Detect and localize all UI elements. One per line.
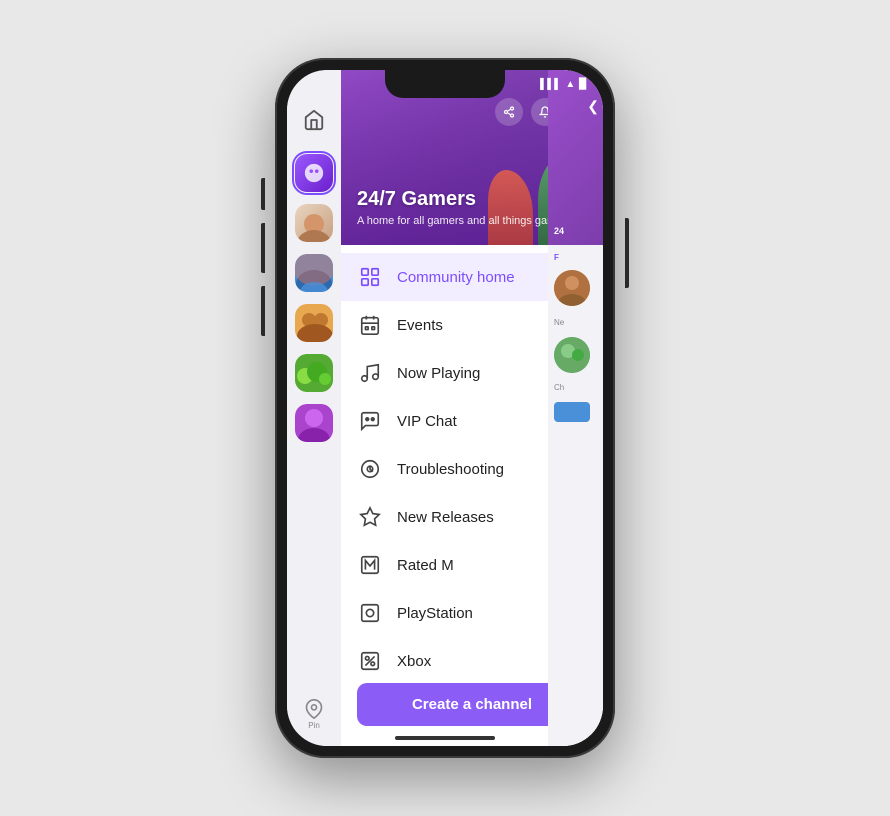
battery-icon: ▉: [579, 79, 587, 90]
screen-content: Pin ❮ 24 F: [287, 70, 603, 746]
sidebar-pin[interactable]: Pin: [304, 699, 324, 730]
share-button[interactable]: [495, 98, 523, 126]
sidebar: Pin: [287, 70, 341, 746]
sidebar-avatar-active[interactable]: [295, 154, 333, 192]
vip-chat-icon: [357, 408, 383, 434]
xbox-label: Xbox: [397, 653, 431, 670]
community-home-icon: [357, 264, 383, 290]
signal-icon: ▌▌▌: [540, 79, 561, 90]
sidebar-avatar-2[interactable]: [295, 254, 333, 292]
troubleshooting-label: Troubleshooting: [397, 461, 504, 478]
xbox-icon: [357, 648, 383, 673]
volume-up-button: [261, 178, 265, 210]
sidebar-avatar-4[interactable]: [295, 354, 333, 392]
power-button: [625, 218, 629, 288]
right-peek-panel: ❮ 24 F: [548, 70, 603, 746]
community-name: 24/7 Gamers: [357, 188, 574, 211]
banner-title: 24/7 Gamers A home for all gamers and al…: [357, 188, 574, 229]
chevron-icon: ❮: [587, 98, 599, 115]
playstation-label: PlayStation: [397, 605, 473, 622]
sidebar-avatar-1[interactable]: [295, 204, 333, 242]
events-label: Events: [397, 317, 443, 334]
right-peek-content: F Ne: [548, 245, 603, 430]
rated-m-icon: [357, 552, 383, 578]
community-home-label: Community home: [397, 269, 515, 286]
main-content: ❮ 24 F: [341, 70, 603, 746]
playstation-icon: [357, 600, 383, 626]
community-description: A home for all gamers and all things gam…: [357, 214, 574, 229]
wifi-icon: ▲: [565, 79, 575, 90]
new-releases-icon: [357, 504, 383, 530]
notch: [385, 70, 505, 98]
phone-frame: ▌▌▌ ▲ ▉: [275, 58, 615, 758]
volume-down-button: [261, 223, 265, 273]
phone-screen: ▌▌▌ ▲ ▉: [287, 70, 603, 746]
now-playing-label: Now Playing: [397, 365, 480, 382]
sidebar-avatar-3[interactable]: [295, 304, 333, 342]
sidebar-home[interactable]: [296, 102, 332, 138]
status-bar: ▌▌▌ ▲ ▉: [524, 70, 603, 98]
new-releases-label: New Releases: [397, 509, 494, 526]
silent-switch: [261, 286, 265, 336]
vip-chat-label: VIP Chat: [397, 413, 457, 430]
events-icon: [357, 312, 383, 338]
rated-m-label: Rated M: [397, 557, 454, 574]
troubleshooting-icon: [357, 456, 383, 482]
home-indicator: [395, 736, 495, 740]
now-playing-icon: [357, 360, 383, 386]
sidebar-avatar-5[interactable]: [295, 404, 333, 442]
pin-label: Pin: [308, 721, 320, 730]
